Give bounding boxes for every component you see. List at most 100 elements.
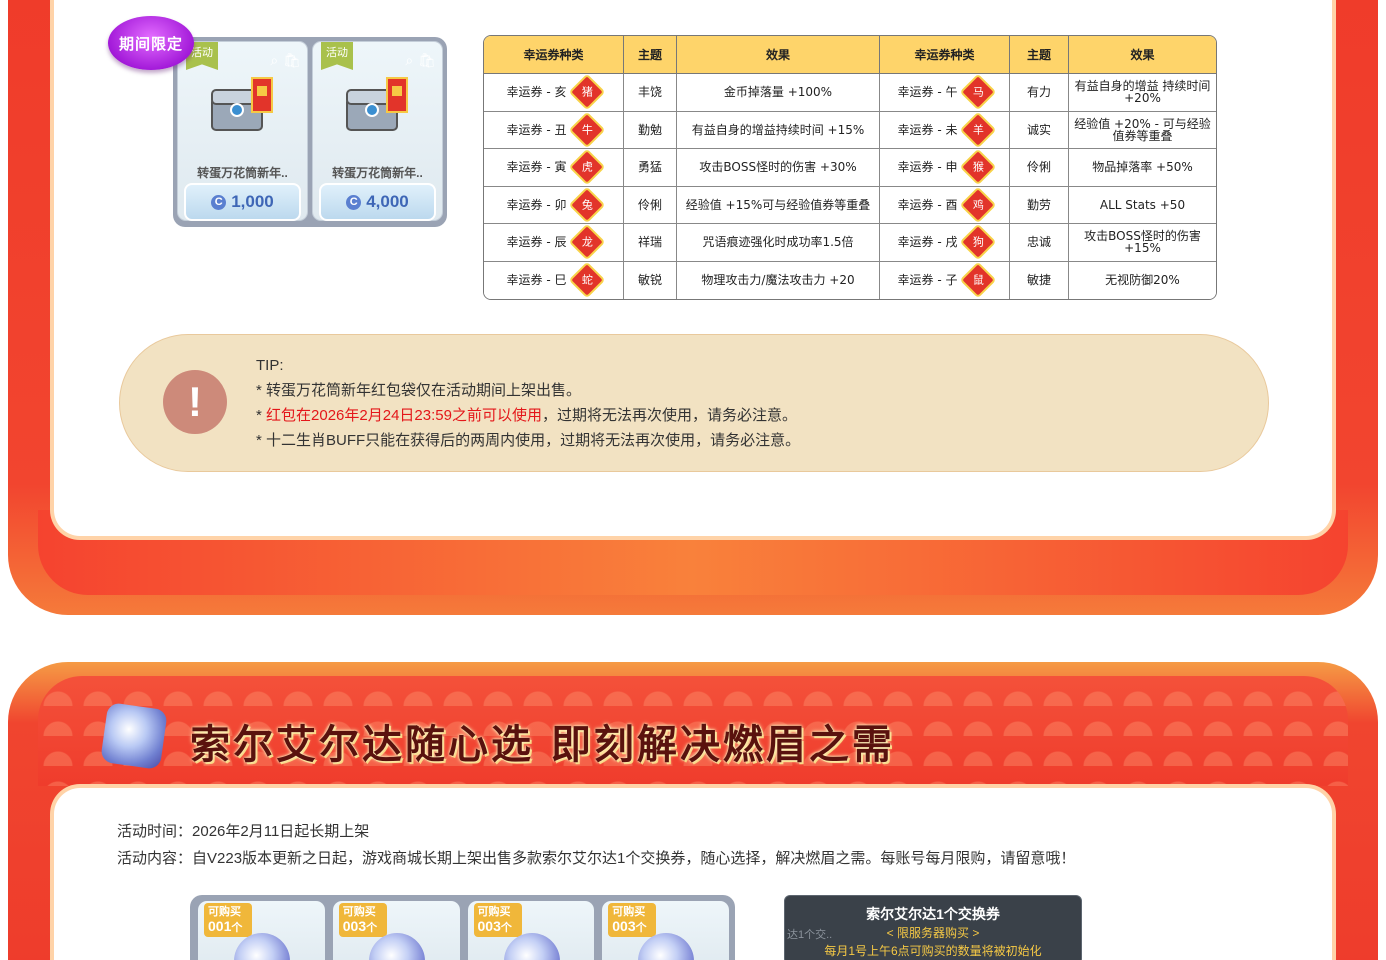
tip-box: ! TIP: * 转蛋万花筒新年红包袋仅在活动期间上架出售。 * 红包在2026… [119, 334, 1269, 472]
effect-cell: ALL Stats +50 [1069, 186, 1216, 224]
sol-erda-gem-icon [638, 933, 695, 960]
header-ticket-type: 幸运券种类 [880, 36, 1010, 74]
limited-time-badge: 期间限定 [108, 16, 194, 70]
shop-item-card[interactable]: 活动 ⌕ 🛍 转蛋万花筒新年.. C 4,000 [312, 41, 443, 221]
theme-cell: 有力 [1010, 74, 1069, 112]
ticket-type-cell: 幸运券 - 戌狗 [880, 223, 1010, 262]
purchasable-badge: 可购买 001个 [204, 903, 252, 937]
section-title: 索尔艾尔达随心选 即刻解决燃眉之需 [190, 721, 895, 768]
zodiac-ticket-icon: 猪 [569, 73, 606, 111]
zodiac-ticket-icon: 蛇 [569, 261, 606, 299]
theme-cell: 敏捷 [1010, 261, 1069, 299]
zodiac-ticket-icon: 马 [960, 73, 997, 111]
effect-cell: 物品掉落率 +50% [1069, 149, 1216, 187]
tip-line: * 红包在2026年2月24日23:59之前可以使用，过期将无法再次使用，请务必… [256, 403, 800, 428]
purchasable-badge: 可购买 003个 [608, 903, 657, 937]
header-theme: 主题 [1010, 36, 1069, 74]
cart-icon[interactable]: 🛍 [418, 52, 436, 69]
shop-item-tray: 活动 ⌕ 🛍 转蛋万花筒新年.. C 1,000 活动 ⌕ 🛍 转蛋万花筒新年.. C… [173, 37, 447, 227]
tip-line: * 十二生肖BUFF只能在获得后的两周内使用，过期将无法再次使用，请务必注意。 [256, 432, 801, 449]
event-time-value: 2026年2月11日起长期上架 [192, 823, 370, 840]
effect-cell: 有益自身的增益 持续时间 +20% [1069, 74, 1216, 112]
ticket-type-cell: 幸运券 - 酉鸡 [880, 186, 1010, 224]
event-time: 活动时间：2026年2月11日起长期上架 [117, 818, 1075, 845]
zodiac-ticket-icon: 牛 [569, 111, 606, 149]
lucky-ticket-table: 幸运券种类 主题 效果 幸运券种类 主题 效果 幸运券 - 亥猪丰饶 金币掉落量 … [483, 35, 1217, 300]
theme-cell: 丰饶 [624, 74, 677, 112]
search-icon[interactable]: ⌕ [270, 52, 278, 69]
purchasable-badge: 可购买 003个 [473, 903, 522, 937]
effect-cell: 经验值 +15%可与经验值券等重叠 [677, 186, 880, 224]
event-info: 活动时间：2026年2月11日起长期上架 活动内容：自V223版本更新之日起，游… [117, 818, 1075, 872]
effect-cell: 攻击BOSS怪时的伤害 +30% [677, 149, 880, 187]
event-tag: 活动 [321, 42, 353, 70]
exclamation-icon: ! [163, 370, 227, 434]
effect-cell: 物理攻击力/魔法攻击力 +20 [677, 261, 880, 299]
event-content: 活动内容：自V223版本更新之日起，游戏商城长期上架出售多款索尔艾尔达1个交换券… [117, 845, 1075, 872]
header-ticket-type: 幸运券种类 [484, 36, 624, 74]
c-coin-icon: C [346, 194, 362, 210]
theme-cell: 祥瑞 [624, 224, 677, 262]
table-row: 幸运券 - 卯兔伶俐 经验值 +15%可与经验值券等重叠 幸运券 - 酉鸡勤劳 ALL… [484, 186, 1216, 224]
theme-cell: 勤勉 [624, 111, 677, 149]
price-button[interactable]: C 1,000 [184, 183, 301, 221]
tip-heading: TIP: [256, 357, 284, 374]
zodiac-ticket-icon: 龙 [569, 223, 606, 261]
sol-erda-item-tray: 可购买 001个 可购买 003个 可购买 003个 可购买 003个 [190, 895, 735, 960]
ticket-type-cell: 幸运券 - 寅虎 [484, 148, 624, 187]
theme-cell: 勤劳 [1010, 186, 1069, 224]
price-value: 1,000 [231, 192, 274, 211]
tip-bullet: * [256, 407, 267, 424]
zodiac-ticket-icon: 猴 [960, 148, 997, 186]
tip-line: * 转蛋万花筒新年红包袋仅在活动期间上架出售。 [256, 382, 582, 399]
ticket-type-cell: 幸运券 - 卯兔 [484, 186, 624, 224]
tooltip-subtitle: < 限服务器购买 > [886, 926, 980, 940]
chest-icon [346, 77, 408, 131]
ticket-type-cell: 幸运券 - 子鼠 [880, 261, 1010, 299]
price-button[interactable]: C 4,000 [319, 183, 436, 221]
sol-erda-item-card[interactable]: 可购买 001个 [198, 901, 325, 960]
shop-item-card[interactable]: 活动 ⌕ 🛍 转蛋万花筒新年.. C 1,000 [177, 41, 308, 221]
zodiac-ticket-icon: 狗 [960, 223, 997, 261]
cart-icon[interactable]: 🛍 [283, 52, 301, 69]
ticket-type-cell: 幸运券 - 丑牛 [484, 111, 624, 149]
item-name: 转蛋万花筒新年.. [197, 166, 288, 180]
c-coin-icon: C [211, 194, 227, 210]
ticket-type-cell: 幸运券 - 亥猪 [484, 73, 624, 112]
table-row: 幸运券 - 寅虎勇猛 攻击BOSS怪时的伤害 +30% 幸运券 - 申猴伶俐 物品掉落… [484, 148, 1216, 187]
sol-erda-item-card[interactable]: 可购买 003个 [467, 901, 595, 960]
ticket-type-cell: 幸运券 - 巳蛇 [484, 261, 624, 299]
ticket-type-cell: 幸运券 - 辰龙 [484, 223, 624, 262]
theme-cell: 勇猛 [624, 149, 677, 187]
table-row: 幸运券 - 巳蛇敏锐 物理攻击力/魔法攻击力 +20 幸运券 - 子鼠敏捷 无视防御2… [484, 261, 1216, 299]
ticket-type-cell: 幸运券 - 申猴 [880, 148, 1010, 187]
sol-erda-item-card[interactable]: 可购买 003个 [602, 901, 729, 960]
effect-cell: 咒语痕迹强化时成功率1.5倍 [677, 224, 880, 262]
zodiac-ticket-icon: 鼠 [960, 261, 997, 299]
effect-cell: 金币掉落量 +100% [677, 74, 880, 112]
chest-icon [211, 77, 273, 131]
header-effect: 效果 [1069, 36, 1216, 74]
zodiac-ticket-icon: 虎 [569, 148, 606, 186]
event-time-label: 活动时间： [117, 823, 193, 840]
search-icon[interactable]: ⌕ [405, 52, 413, 69]
zodiac-ticket-icon: 兔 [569, 186, 606, 224]
price-value: 4,000 [366, 192, 409, 211]
event-content-value: 自V223版本更新之日起，游戏商城长期上架出售多款索尔艾尔达1个交换券，随心选择… [192, 850, 1076, 867]
theme-cell: 伶俐 [624, 186, 677, 224]
theme-cell: 伶俐 [1010, 149, 1069, 187]
effect-cell: 经验值 +20% - 可与经验值券等重叠 [1069, 111, 1216, 149]
effect-cell: 无视防御20% [1069, 261, 1216, 299]
table-row: 幸运券 - 辰龙祥瑞 咒语痕迹强化时成功率1.5倍 幸运券 - 戌狗忠诚 攻击BOSS… [484, 223, 1216, 262]
sol-erda-item-card[interactable]: 可购买 003个 [332, 901, 460, 960]
item-name: 转蛋万花筒新年.. [332, 166, 423, 180]
table-row: 幸运券 - 丑牛勤勉 有益自身的增益持续时间 +15% 幸运券 - 未羊诚实 经验值 … [484, 111, 1216, 149]
zodiac-ticket-icon: 鸡 [960, 186, 997, 224]
sol-erda-gem-icon [368, 933, 425, 960]
effect-cell: 攻击BOSS怪时的伤害 +15% [1069, 224, 1216, 262]
zodiac-ticket-icon: 羊 [960, 111, 997, 149]
ticket-type-cell: 幸运券 - 未羊 [880, 111, 1010, 149]
item-tooltip: 达1个交.. 索尔艾尔达1个交换券 < 限服务器购买 > 每月1号上午6点可购买… [784, 895, 1082, 960]
header-effect: 效果 [677, 36, 880, 74]
ticket-type-cell: 幸运券 - 午马 [880, 73, 1010, 112]
